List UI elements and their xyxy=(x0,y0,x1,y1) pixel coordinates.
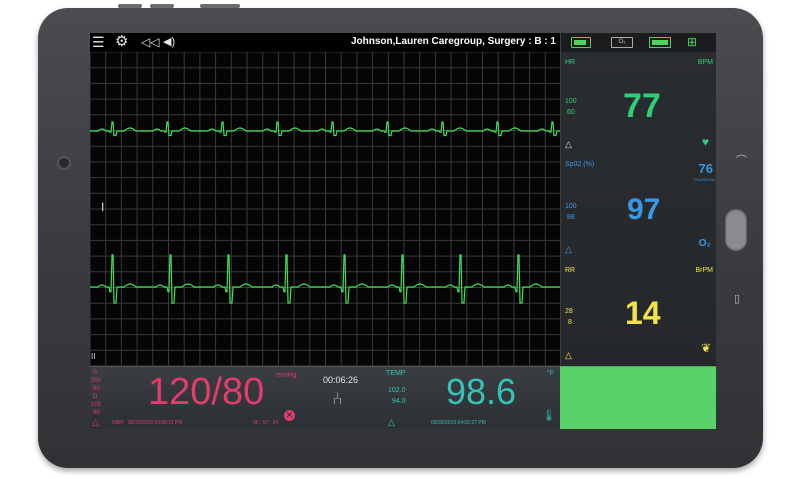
status-bar: O₂ ⊞ xyxy=(561,33,716,52)
rr-unit: BrPM xyxy=(695,267,714,274)
nibp-timestamp: 05/30/2019 03:58:11 PM xyxy=(128,420,183,426)
camera-icon xyxy=(57,156,71,170)
nibp-scale-s: S xyxy=(93,370,98,376)
lead-marker-2: II xyxy=(91,352,96,361)
spo2-value: 97 xyxy=(627,193,661,226)
gear-icon[interactable]: ⚙ xyxy=(115,34,128,50)
battery-full-icon xyxy=(649,37,671,48)
temp-unit: °F xyxy=(547,370,555,377)
rr-lower-limit: 8 xyxy=(568,319,572,326)
temp-label: TEMP xyxy=(386,370,406,377)
spo2-label: Sp02 (%) xyxy=(565,161,595,168)
back-icon: ⌒ xyxy=(736,155,747,167)
volume-icon[interactable]: ◀) xyxy=(163,34,175,50)
nibp-scale-90: 90 xyxy=(93,386,100,392)
timer-value: 00:06:26 xyxy=(323,375,359,385)
battery-icon xyxy=(571,37,591,48)
menu-icon[interactable]: ☰ xyxy=(92,34,105,50)
home-button[interactable] xyxy=(725,209,747,251)
monitor-screen: ☰ ⚙ ◁◁ ◀) Johnson,Lauren Caregroup, Surg… xyxy=(90,33,716,429)
tablet-power-button xyxy=(200,4,240,8)
nibp-scale-105: 105 xyxy=(91,402,102,408)
rr-alarm-triangle-icon[interactable]: △ xyxy=(565,350,572,361)
rewind-icon[interactable]: ◁◁ xyxy=(141,34,159,50)
thermometer-icon: 🌡 xyxy=(542,410,556,422)
heart-icon: ♥ xyxy=(701,135,709,149)
bottom-panel: S 200 90 D 105 40 △ 120/80 mmHg NIBP 05/… xyxy=(90,366,560,429)
lead-marker-1: I xyxy=(101,200,105,214)
nibp-alarm-triangle-icon[interactable]: △ xyxy=(92,417,99,428)
hr-upper-limit: 100 xyxy=(565,98,577,105)
pulse-unit: PULSE/min xyxy=(694,177,715,182)
spo2-alarm-triangle-icon[interactable]: △ xyxy=(565,244,572,255)
tablet-volume-button-2 xyxy=(150,4,174,8)
hr-value: 77 xyxy=(623,87,661,125)
nibp-scale-200: 200 xyxy=(91,378,102,384)
rr-label: RR xyxy=(565,267,576,274)
nibp-footer-label: NIBP xyxy=(112,420,124,426)
network-icon: ⊞ xyxy=(687,35,698,49)
alarm-triangle-icon[interactable]: △ xyxy=(565,139,572,150)
rr-value: 14 xyxy=(625,295,661,331)
patient-bed-icon[interactable]: ⑃ xyxy=(332,389,343,410)
rr-upper-limit: 28 xyxy=(565,308,573,315)
temp-timestamp: 05/30/2019 04:02:27 PM xyxy=(431,420,486,426)
temp-value: 98.6 xyxy=(446,371,517,412)
lungs-icon: ❦ xyxy=(700,341,711,355)
pulse-value: 76 xyxy=(698,161,713,176)
temp-alarm-triangle-icon[interactable]: △ xyxy=(388,417,395,428)
status-green-box[interactable] xyxy=(560,366,716,429)
nibp-interval: 05 : 57 : 24 xyxy=(253,420,279,426)
ecg-waveform-area: I II xyxy=(90,52,560,366)
nibp-cancel-icon[interactable]: ✕ xyxy=(284,410,295,421)
temp-upper-limit: 102.0 xyxy=(388,387,406,394)
patient-label: Johnson,Lauren Caregroup, Surgery : B : … xyxy=(350,36,556,47)
hr-label: HR xyxy=(565,59,576,66)
o2-status-icon: O₂ xyxy=(611,37,633,48)
nibp-scale-d: D xyxy=(93,394,98,400)
spo2-upper-limit: 100 xyxy=(565,203,577,210)
nibp-value: 120/80 xyxy=(148,371,265,413)
hr-unit: BPM xyxy=(697,59,713,66)
top-toolbar: ☰ ⚙ ◁◁ ◀) Johnson,Lauren Caregroup, Surg… xyxy=(90,33,560,52)
hr-lower-limit: 60 xyxy=(567,109,575,116)
spo2-lower-limit: 88 xyxy=(567,214,575,221)
temp-lower-limit: 94.0 xyxy=(392,398,406,405)
recent-apps-icon: ▯ xyxy=(734,293,741,305)
o2-icon: O₂ xyxy=(698,238,711,249)
nibp-unit: mmHg xyxy=(276,372,297,379)
vitals-panel: O₂ ⊞ HR BPM 100 60 77 △ ♥ 76 PULSE/min S… xyxy=(560,33,716,366)
ecg-grid xyxy=(90,52,560,366)
tablet-volume-button xyxy=(118,4,142,8)
nibp-scale-40: 40 xyxy=(93,410,100,416)
